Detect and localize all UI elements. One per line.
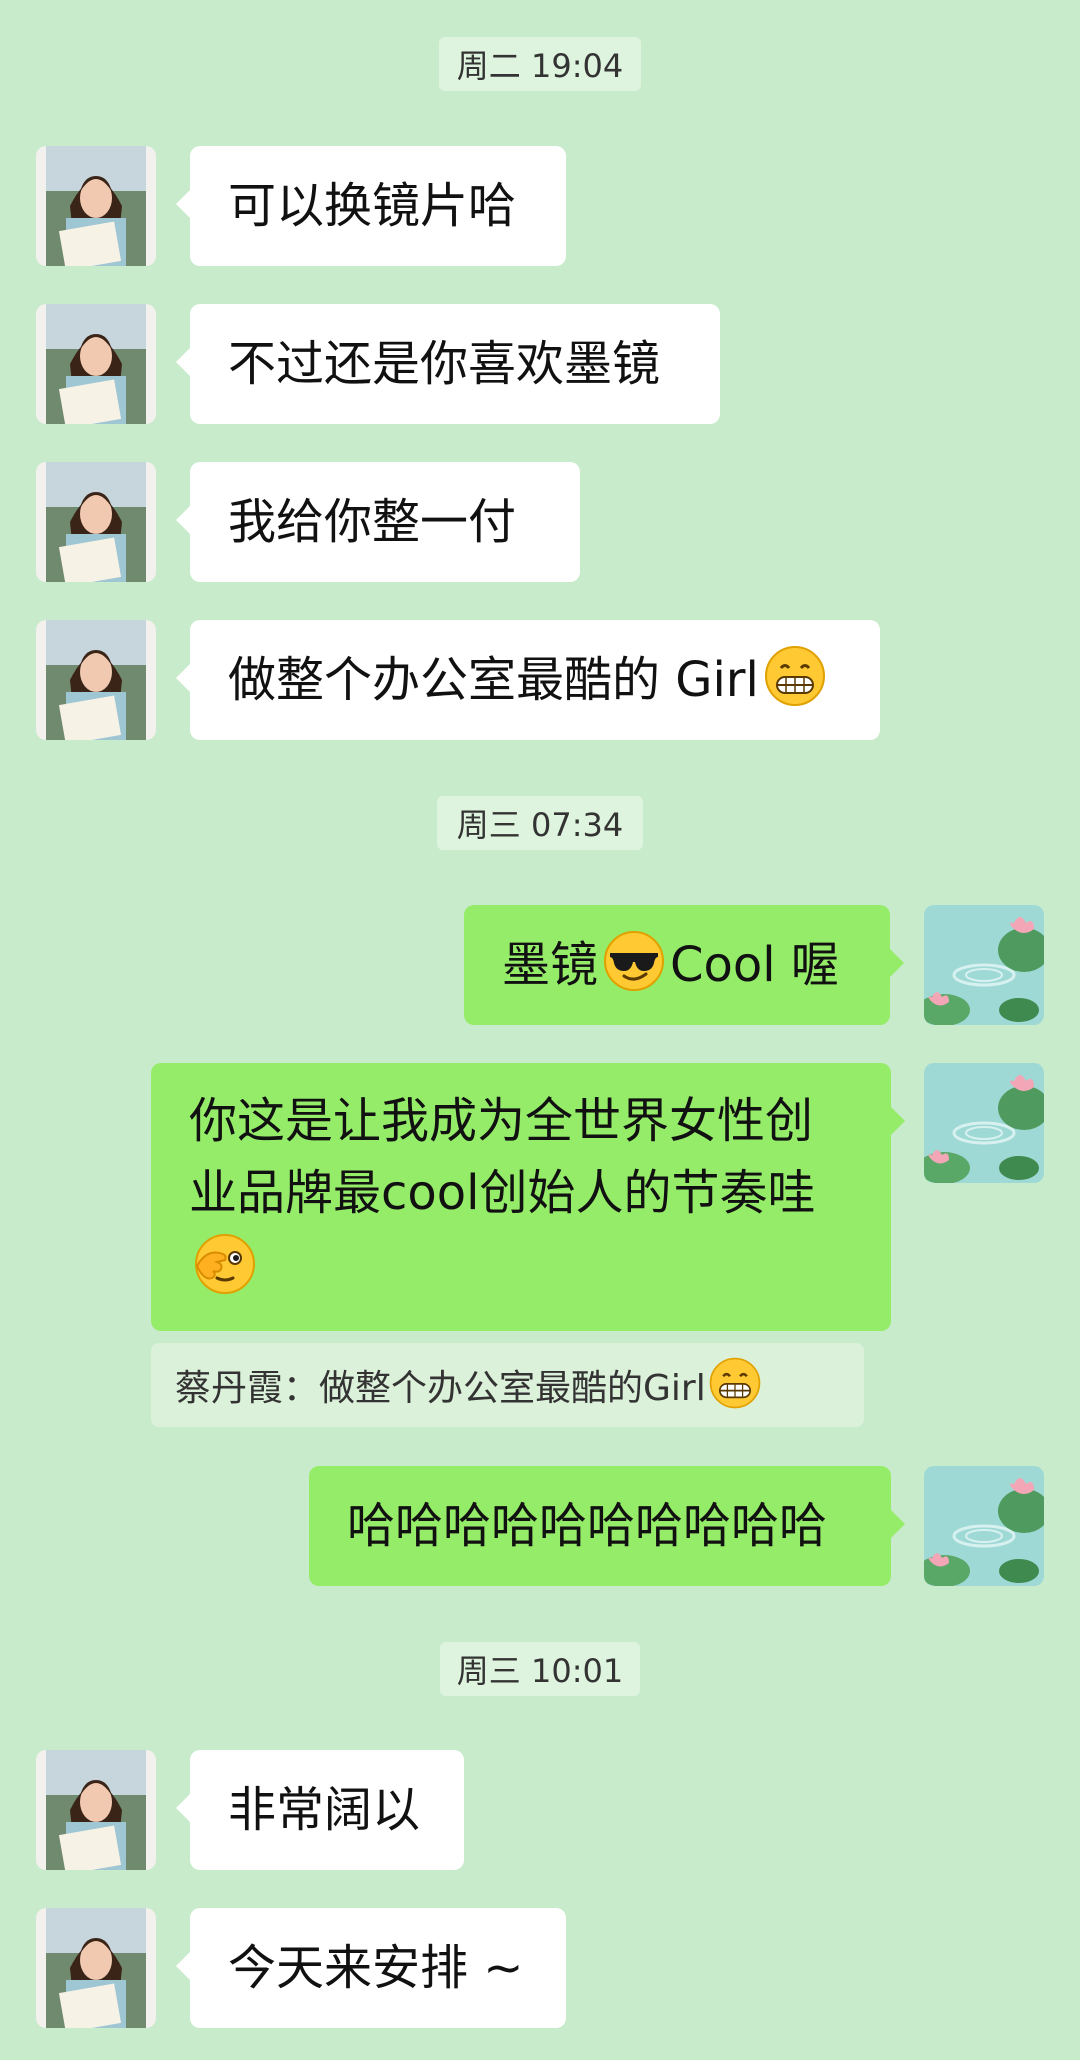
message-text: 哈哈哈哈哈哈哈哈哈哈 xyxy=(347,1498,828,1554)
received-message[interactable]: 非常阔以 xyxy=(176,1750,464,1870)
sent-message[interactable]: 哈哈哈哈哈哈哈哈哈哈 xyxy=(309,1466,905,1586)
message-text: 墨镜 xyxy=(502,937,599,993)
contact-avatar[interactable] xyxy=(36,620,156,740)
message-text: 不过还是你喜欢墨镜 xyxy=(228,336,661,392)
timestamp: 周三 10:01 xyxy=(440,1642,640,1696)
contact-avatar[interactable] xyxy=(36,146,156,266)
received-message[interactable]: 可以换镜片哈 xyxy=(176,146,566,266)
wink-hand-emoji xyxy=(193,1232,257,1296)
lotus-pond-icon xyxy=(924,905,1044,1025)
contact-avatar[interactable] xyxy=(36,304,156,424)
quote-text: 蔡丹霞：做整个办公室最酷的Girl xyxy=(175,1368,706,1409)
timestamp: 周二 19:04 xyxy=(439,37,641,91)
message-text: 我给你整一付 xyxy=(228,494,517,550)
grinning-emoji xyxy=(708,1356,762,1410)
woman-portrait-icon xyxy=(36,462,156,582)
woman-portrait-icon xyxy=(36,304,156,424)
sent-message[interactable]: 你这是让我成为全世界女性创业品牌最cool创始人的节奏哇 xyxy=(151,1063,905,1331)
woman-portrait-icon xyxy=(36,620,156,740)
contact-avatar[interactable] xyxy=(36,1750,156,1870)
sunglasses-emoji xyxy=(602,929,666,993)
woman-portrait-icon xyxy=(36,1750,156,1870)
self-avatar[interactable] xyxy=(924,1466,1044,1586)
received-message[interactable]: 今天来安排 ~ xyxy=(176,1908,566,2028)
self-avatar[interactable] xyxy=(924,1063,1044,1183)
woman-portrait-icon xyxy=(36,146,156,266)
received-message[interactable]: 不过还是你喜欢墨镜 xyxy=(176,304,720,424)
sent-message[interactable]: 墨镜 Cool 喔 xyxy=(464,905,904,1025)
message-text: 今天来安排 ~ xyxy=(228,1940,524,1996)
contact-avatar[interactable] xyxy=(36,1908,156,2028)
quoted-message[interactable]: 蔡丹霞：做整个办公室最酷的Girl xyxy=(151,1343,864,1427)
woman-portrait-icon xyxy=(36,1908,156,2028)
timestamp: 周三 07:34 xyxy=(437,796,643,850)
message-text: Cool 喔 xyxy=(670,937,839,993)
received-message[interactable]: 做整个办公室最酷的 Girl xyxy=(176,620,880,740)
lotus-pond-icon xyxy=(924,1466,1044,1586)
grinning-emoji xyxy=(763,644,827,708)
contact-avatar[interactable] xyxy=(36,462,156,582)
received-message[interactable]: 我给你整一付 xyxy=(176,462,580,582)
message-text: 可以换镜片哈 xyxy=(228,178,517,234)
message-text: 做整个办公室最酷的 Girl xyxy=(228,652,759,708)
lotus-pond-icon xyxy=(924,1063,1044,1183)
message-text: 你这是让我成为全世界女性创业品牌最cool创始人的节奏哇 xyxy=(189,1093,816,1221)
message-text: 非常阔以 xyxy=(228,1782,421,1838)
self-avatar[interactable] xyxy=(924,905,1044,1025)
